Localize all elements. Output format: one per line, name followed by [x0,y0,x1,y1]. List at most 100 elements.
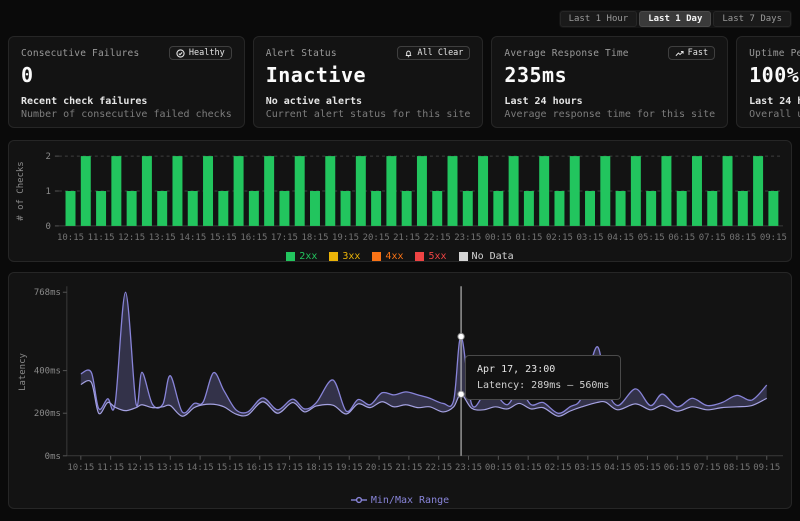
legend-swatch [329,252,338,261]
svg-text:18:15: 18:15 [301,233,328,243]
card-value: 100% [749,63,800,87]
svg-text:# of Checks: # of Checks [16,161,26,220]
svg-text:18:15: 18:15 [306,463,333,473]
time-range-group: Last 1 Hour Last 1 Day Last 7 Days [559,10,792,28]
svg-text:20:15: 20:15 [366,463,393,473]
svg-text:08:15: 08:15 [729,233,756,243]
latency-chart-panel: 0ms 200ms 400ms 768ms Latency 10:1511:1512:15… [8,272,792,509]
range-last-1-hour[interactable]: Last 1 Hour [560,11,638,27]
bell-icon [404,49,413,58]
svg-text:400ms: 400ms [34,367,61,377]
svg-text:01:15: 01:15 [515,463,542,473]
badge-label: Fast [688,48,708,58]
svg-text:12:15: 12:15 [118,233,145,243]
latency-area-chart[interactable]: 0ms 200ms 400ms 768ms Latency 10:1511:1512:15… [13,276,787,488]
legend-swatch [372,252,381,261]
range-last-7-days[interactable]: Last 7 Days [713,11,791,27]
checks-chart-panel: 2 1 0 # of Checks 10:15 11:1512:15 13:1514:15 1… [8,140,792,262]
svg-text:1: 1 [45,187,50,197]
svg-text:0: 0 [45,222,50,232]
svg-text:08:15: 08:15 [723,463,750,473]
svg-text:19:15: 19:15 [332,233,359,243]
legend-label: 2xx [299,251,317,262]
card-uptime-percentage: Uptime Percentage On Target 100% Last 24… [736,36,800,128]
svg-text:200ms: 200ms [34,409,61,419]
card-value: Inactive [266,63,471,87]
legend-label: 3xx [342,251,360,262]
svg-text:23:15: 23:15 [454,233,481,243]
stat-cards-row: Consecutive Failures Healthy 0 Recent ch… [8,36,792,128]
svg-text:11:15: 11:15 [88,233,115,243]
legend-item-5xx: 5xx [415,251,446,262]
svg-text:10:15: 10:15 [67,463,94,473]
svg-text:17:15: 17:15 [271,233,298,243]
svg-text:01:15: 01:15 [515,233,542,243]
svg-text:23:15: 23:15 [455,463,482,473]
card-label: No active alerts [266,96,471,107]
minmax-legend-icon [351,496,367,504]
svg-text:05:15: 05:15 [638,233,665,243]
card-label: Last 24 hours [504,96,715,107]
svg-text:09:15: 09:15 [760,233,787,243]
card-label: Recent check failures [21,96,232,107]
card-consecutive-failures: Consecutive Failures Healthy 0 Recent ch… [8,36,245,128]
svg-text:00:15: 00:15 [485,233,512,243]
svg-text:21:15: 21:15 [393,233,420,243]
legend-item-4xx: 4xx [372,251,403,262]
svg-text:06:15: 06:15 [664,463,691,473]
svg-text:07:15: 07:15 [699,233,726,243]
svg-text:04:15: 04:15 [607,233,634,243]
svg-text:20:15: 20:15 [363,233,390,243]
all-clear-badge: All Clear [397,46,470,60]
healthy-badge: Healthy [169,46,232,60]
card-title: Consecutive Failures [21,46,139,59]
uptime-dashboard: Last 1 Hour Last 1 Day Last 7 Days Conse… [0,0,800,521]
card-label: Last 24 hours [749,96,800,107]
svg-text:06:15: 06:15 [668,233,695,243]
svg-text:04:15: 04:15 [604,463,631,473]
svg-text:19:15: 19:15 [336,463,363,473]
svg-text:17:15: 17:15 [276,463,303,473]
card-description: Number of consecutive failed checks [21,109,232,120]
svg-text:21:15: 21:15 [395,463,422,473]
svg-text:0ms: 0ms [45,452,61,462]
svg-text:15:15: 15:15 [216,463,243,473]
check-circle-icon [176,49,185,58]
svg-text:12:15: 12:15 [127,463,154,473]
svg-text:05:15: 05:15 [634,463,661,473]
badge-label: All Clear [417,48,463,58]
legend-swatch [459,252,468,261]
card-alert-status: Alert Status All Clear Inactive No activ… [253,36,484,128]
minmax-legend: Min/Max Range [13,492,787,508]
legend-item-2xx: 2xx [286,251,317,262]
svg-text:13:15: 13:15 [149,233,176,243]
legend-item-no-data: No Data [459,251,514,262]
svg-text:2: 2 [45,152,50,162]
trending-up-icon [675,49,684,58]
card-title: Alert Status [266,46,337,59]
svg-text:07:15: 07:15 [694,463,721,473]
legend-item-3xx: 3xx [329,251,360,262]
svg-text:15:15: 15:15 [210,233,237,243]
svg-text:22:15: 22:15 [424,233,451,243]
badge-label: Healthy [189,48,225,58]
card-description: Current alert status for this site [266,109,471,120]
svg-text:16:15: 16:15 [246,463,273,473]
range-last-1-day[interactable]: Last 1 Day [639,11,711,27]
svg-text:02:15: 02:15 [546,233,573,243]
chart-tooltip: Apr 17, 23:00 Latency: 289ms – 560ms [465,355,621,400]
svg-text:11:15: 11:15 [97,463,124,473]
svg-text:03:15: 03:15 [577,233,604,243]
minmax-legend-label: Min/Max Range [371,495,449,506]
svg-text:Latency: Latency [18,353,28,391]
card-value: 235ms [504,63,715,87]
svg-text:14:15: 14:15 [179,233,206,243]
checks-bar-chart[interactable]: 2 1 0 # of Checks 10:15 11:1512:15 13:1514:15 1… [13,144,787,245]
tooltip-timestamp: Apr 17, 23:00 [477,364,609,375]
card-title: Average Response Time [504,46,628,59]
time-range-bar: Last 1 Hour Last 1 Day Last 7 Days [8,8,792,30]
status-code-legend: 2xx 3xx 4xx 5xx No Data [13,249,787,264]
svg-text:22:15: 22:15 [425,463,452,473]
svg-text:768ms: 768ms [34,288,61,298]
svg-text:10:15: 10:15 [57,233,84,243]
